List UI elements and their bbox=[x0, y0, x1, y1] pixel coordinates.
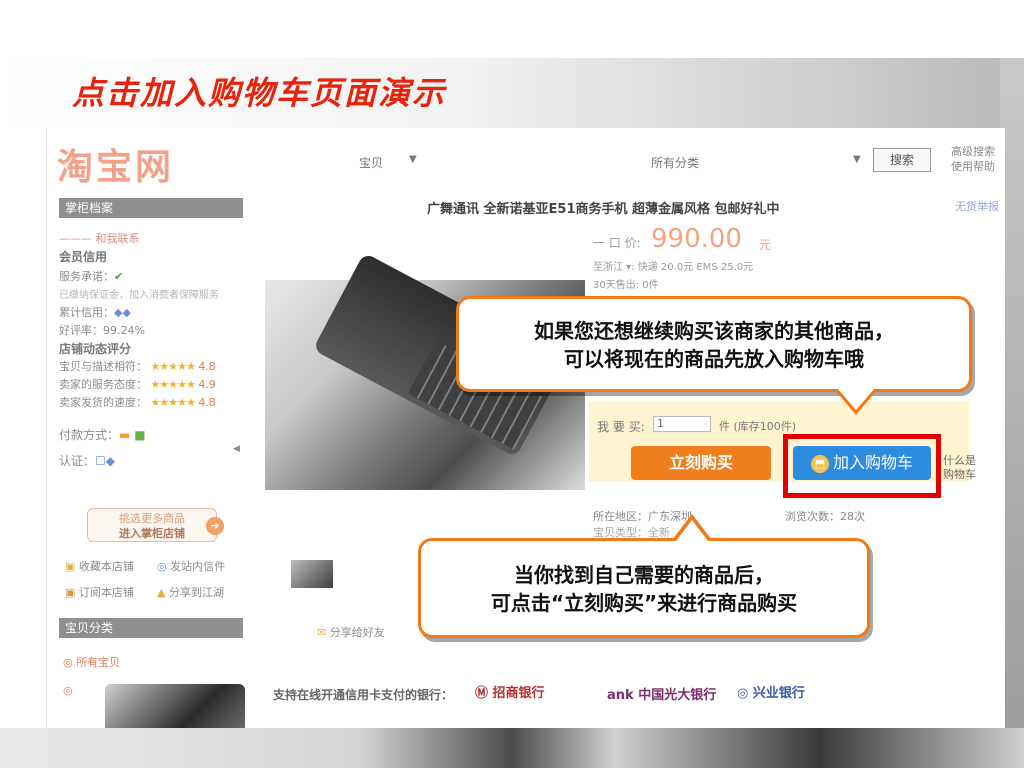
quantity-label: 我 要 买: bbox=[597, 420, 645, 434]
slide-top-area bbox=[0, 0, 1024, 58]
share-jianghu-link[interactable]: ▲ 分享到江湖 bbox=[157, 584, 224, 600]
callout-pointer-inner bbox=[676, 520, 708, 541]
slide-title: 点击加入购物车页面演示 bbox=[72, 74, 447, 112]
shield-icon: ✔ bbox=[114, 270, 124, 283]
banks-label: 支持在线开通信用卡支付的银行： bbox=[273, 688, 454, 702]
share-icon: ✉ bbox=[317, 626, 327, 639]
alipay-icon: ■ bbox=[134, 428, 146, 442]
product-title: 广舞通讯 全新诺基亚E51商务手机 超薄金属风格 包邮好礼中 bbox=[427, 202, 780, 217]
all-items-link[interactable]: ◎ 所有宝贝 bbox=[63, 654, 120, 670]
all-categories-select[interactable]: 所有分类 bbox=[651, 154, 699, 171]
help-link[interactable]: 使用帮助 bbox=[951, 159, 995, 174]
bank-logo: Ⓜ 招商银行 bbox=[475, 686, 545, 701]
payment-methods: 付款方式：▬ ■ bbox=[59, 428, 146, 442]
chevron-down-icon[interactable]: ▼ bbox=[409, 154, 417, 165]
diamond-icon: ◆◆ bbox=[114, 306, 131, 319]
advanced-search-link[interactable]: 高级搜索 bbox=[951, 144, 995, 159]
report-link[interactable]: 无货举报 bbox=[955, 198, 999, 214]
item-categories-header: 宝贝分类 bbox=[59, 618, 243, 638]
product-thumbnail[interactable] bbox=[291, 560, 333, 588]
price: 990.00 bbox=[651, 224, 742, 254]
service-promise-label: 服务承诺：✔ bbox=[59, 270, 124, 283]
contact-seller-link[interactable]: ——— 和我联系 bbox=[59, 230, 140, 246]
search-button[interactable]: 搜索 bbox=[873, 148, 931, 172]
taobao-screenshot: 淘宝网 宝贝 ▼ 所有分类 ▼ 搜索 高级搜索 使用帮助 掌柜档案 ——— 和我… bbox=[46, 128, 1005, 728]
callout-pointer-inner bbox=[838, 389, 874, 410]
member-credit-label: 会员信用 bbox=[59, 250, 108, 264]
shipping-info: 至浙江 ▾: 快递 20.0元 EMS 25.0元 bbox=[593, 262, 754, 273]
bank-logo: ◎ 兴业银行 bbox=[737, 686, 805, 701]
rating-row: 宝贝与描述相符： ★★★★★ 4.8 bbox=[59, 360, 216, 373]
shop-rating-title: 店铺动态评分 bbox=[59, 342, 132, 356]
cumulative-credit-label: 累计信用：◆◆ bbox=[59, 306, 131, 319]
category-thumbnail[interactable] bbox=[105, 684, 245, 728]
folder-icon: ▣ bbox=[65, 560, 76, 573]
consumer-guarantee-text: 已缴纳保证金，加入消费者保障服务 bbox=[59, 290, 219, 301]
sold-count: 30天售出: 0件 bbox=[593, 280, 659, 291]
add-to-cart-callout: 如果您还想继续购买该商家的其他商品， 可以将现在的商品先放入购物车哦 bbox=[456, 296, 972, 392]
taobao-logo[interactable]: 淘宝网 bbox=[57, 138, 174, 190]
share-link[interactable]: ✉ 分享给好友 bbox=[317, 624, 385, 640]
arrow-right-icon: ➔ bbox=[206, 517, 224, 535]
buy-now-button[interactable]: 立刻购买 bbox=[631, 446, 771, 480]
what-is-cart-link[interactable]: 什么是 购物车 bbox=[943, 454, 976, 482]
rss-icon: ▣ bbox=[65, 586, 76, 599]
category-bullet: ◎ bbox=[63, 684, 73, 697]
bank-logo: ank 中国光大银行 bbox=[607, 688, 717, 703]
stock-text: 件 (库存100件) bbox=[719, 420, 797, 433]
certification: 认证：☐◆ bbox=[59, 454, 116, 468]
certification-icon: ☐◆ bbox=[95, 454, 116, 468]
quantity-input[interactable]: 1 bbox=[653, 416, 711, 432]
credit-card-icon: ▬ bbox=[119, 428, 131, 442]
view-count: 浏览次数：28次 bbox=[785, 510, 865, 523]
slide-bottom-decoration bbox=[0, 728, 1024, 768]
add-to-cart-button[interactable]: ⬒ 加入购物车 bbox=[793, 446, 931, 480]
gallery-left-arrow[interactable]: ◀ bbox=[233, 444, 240, 454]
message-icon: ◎ bbox=[157, 560, 167, 573]
collect-shop-link[interactable]: ▣ 收藏本店铺 bbox=[65, 558, 134, 574]
enter-shop-button[interactable]: 挑选更多商品 进入掌柜店铺 ➔ bbox=[87, 508, 224, 542]
price-label: 一 口 价: bbox=[593, 236, 641, 250]
rating-row: 卖家发货的速度： ★★★★★ 4.8 bbox=[59, 396, 216, 409]
rating-row: 卖家的服务态度： ★★★★★ 4.9 bbox=[59, 378, 216, 391]
cart-icon: ⬒ bbox=[810, 454, 829, 473]
price-unit: 元 bbox=[759, 238, 772, 252]
subscribe-shop-link[interactable]: ▣ 订阅本店铺 bbox=[65, 584, 134, 600]
positive-rate-text: 好评率：99.24% bbox=[59, 324, 145, 337]
seller-profile-header: 掌柜档案 bbox=[59, 198, 243, 218]
send-message-link[interactable]: ◎ 发站内信件 bbox=[157, 558, 225, 574]
search-category-select[interactable]: 宝贝 bbox=[359, 154, 383, 171]
header-links: 高级搜索 使用帮助 bbox=[951, 144, 995, 174]
share-icon: ▲ bbox=[157, 586, 166, 599]
chevron-down-icon[interactable]: ▼ bbox=[853, 154, 861, 165]
buy-now-callout: 当你找到自己需要的商品后， 可点击“立刻购买”来进行商品购买 bbox=[418, 538, 870, 638]
